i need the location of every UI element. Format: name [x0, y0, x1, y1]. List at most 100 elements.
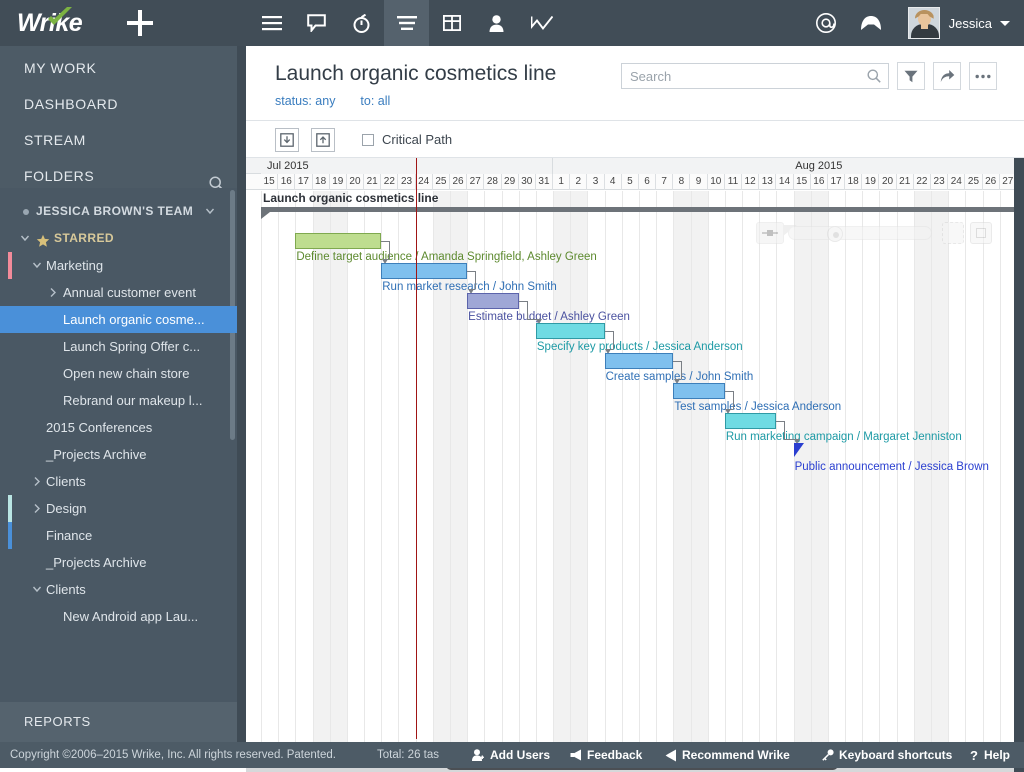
folder-item[interactable]: Open new chain store: [0, 360, 237, 387]
chevron-right-icon[interactable]: [48, 279, 58, 306]
gantt-task-bar[interactable]: [725, 413, 777, 429]
gantt-milestone-marker[interactable]: [794, 443, 804, 457]
zoom-slider-track[interactable]: [788, 226, 932, 240]
expand-all-button[interactable]: [311, 128, 335, 152]
add-user-icon: [472, 749, 485, 761]
keyboard-shortcuts-link[interactable]: Keyboard shortcuts: [822, 748, 952, 762]
critical-path-checkbox[interactable]: [362, 134, 374, 146]
folder-item[interactable]: Rebrand our makeup l...: [0, 387, 237, 414]
gantt-day-label: 19: [865, 176, 876, 187]
analytics-icon[interactable]: [519, 0, 564, 46]
gantt-day-cell: 21: [897, 174, 914, 190]
chevron-down-icon[interactable]: [20, 225, 30, 252]
gantt-day-label: 29: [504, 176, 515, 187]
gantt-canvas[interactable]: Launch organic cosmetics lineDefine targ…: [246, 191, 1024, 772]
sidebar-item-label: DASHBOARD: [24, 96, 118, 112]
gantt-task-bar[interactable]: [467, 293, 519, 309]
gantt-day-cell: 15: [794, 174, 811, 190]
folder-item-selected[interactable]: Launch organic cosme...: [0, 306, 237, 333]
gantt-gridline: [828, 191, 829, 772]
gantt-task-bar[interactable]: [381, 263, 467, 279]
chevron-right-icon[interactable]: [32, 495, 42, 522]
list-icon[interactable]: [249, 0, 294, 46]
gantt-task-bar[interactable]: [295, 233, 381, 249]
folder-item[interactable]: Clients: [0, 576, 237, 603]
gantt-dependency-link: [475, 271, 476, 289]
gantt-day-cell: 14: [776, 174, 793, 190]
chevron-down-icon[interactable]: [32, 576, 42, 603]
sidebar-item-my-work[interactable]: MY WORK: [0, 50, 246, 86]
folder-item[interactable]: JESSICA BROWN'S TEAM: [0, 198, 237, 225]
gantt-chart[interactable]: Jul 2015Aug 2015Sep 2015 151617181920212…: [246, 158, 1024, 772]
sidebar-item-stream[interactable]: STREAM: [0, 122, 246, 158]
gantt-month-label: Aug 2015: [795, 160, 842, 172]
collapse-all-button[interactable]: [275, 128, 299, 152]
filter-button[interactable]: [897, 62, 925, 90]
gantt-gridline: [776, 191, 777, 772]
inbox-icon[interactable]: [849, 0, 894, 46]
megaphone-icon: [570, 749, 582, 761]
footer-link-label: Feedback: [587, 748, 642, 762]
chevron-down-icon[interactable]: [205, 198, 215, 225]
gantt-task-bar[interactable]: [536, 323, 605, 339]
folder-item[interactable]: _Projects Archive: [0, 549, 237, 576]
chevron-down-icon[interactable]: [32, 252, 42, 279]
gantt-day-label: 28: [487, 176, 498, 187]
wrike-logo[interactable]: Wrike: [17, 8, 105, 38]
gantt-day-cell: 20: [879, 174, 896, 190]
user-menu[interactable]: Jessica: [908, 7, 1010, 39]
gantt-task-bar[interactable]: [605, 353, 674, 369]
chevron-right-icon[interactable]: [32, 468, 42, 495]
add-new-button[interactable]: [127, 10, 153, 36]
recommend-link[interactable]: Recommend Wrike: [665, 748, 790, 762]
timer-icon[interactable]: [339, 0, 384, 46]
add-users-link[interactable]: Add Users: [472, 748, 550, 762]
gantt-task-bar[interactable]: [673, 383, 725, 399]
gantt-day-cell: 26: [450, 174, 467, 190]
gantt-day-label: 7: [661, 176, 667, 187]
folder-color-bar: [8, 495, 12, 522]
sidebar-item-dashboard[interactable]: DASHBOARD: [0, 86, 246, 122]
timeline-zoom-widget[interactable]: [756, 222, 994, 244]
folder-item[interactable]: Design: [0, 495, 237, 522]
zoom-slider-handle[interactable]: [827, 226, 843, 242]
gantt-summary-bar[interactable]: [261, 207, 1024, 212]
folder-item[interactable]: Finance: [0, 522, 237, 549]
folder-item[interactable]: Annual customer event: [0, 279, 237, 306]
folder-item[interactable]: Clients: [0, 468, 237, 495]
help-link[interactable]: ? Help: [970, 748, 1010, 762]
gantt-month-label: Jul 2015: [261, 160, 309, 172]
gantt-icon[interactable]: [384, 0, 429, 46]
folder-item[interactable]: Marketing: [0, 252, 237, 279]
folder-item[interactable]: STARRED: [0, 225, 237, 252]
sidebar-item-reports[interactable]: REPORTS: [0, 702, 246, 742]
search-input[interactable]: [630, 64, 860, 88]
more-options-button[interactable]: [969, 62, 997, 90]
search-box[interactable]: [621, 63, 889, 89]
critical-path-toggle[interactable]: Critical Path: [362, 132, 452, 147]
gantt-dependency-link: [467, 271, 475, 272]
zoom-select-area-button[interactable]: [942, 222, 964, 244]
gantt-day-cell: 3: [587, 174, 604, 190]
gantt-day-cell: 7: [656, 174, 673, 190]
folder-item[interactable]: 2015 Conferences: [0, 414, 237, 441]
folder-item[interactable]: New Android app Lau...: [0, 603, 237, 630]
gantt-dependency-link: [381, 241, 389, 242]
gantt-day-cell: 5: [622, 174, 639, 190]
gantt-gridline: [519, 191, 520, 772]
folder-item[interactable]: Launch Spring Offer c...: [0, 333, 237, 360]
folder-item[interactable]: _Projects Archive: [0, 441, 237, 468]
folder-tree[interactable]: JESSICA BROWN'S TEAMSTARREDMarketingAnnu…: [0, 188, 237, 740]
at-mention-icon[interactable]: [804, 0, 849, 46]
zoom-fit-icon[interactable]: [756, 222, 784, 244]
feedback-link[interactable]: Feedback: [570, 748, 642, 762]
filter-assignee[interactable]: to: all: [360, 94, 390, 108]
person-icon[interactable]: [474, 0, 519, 46]
zoom-reset-button[interactable]: [970, 222, 992, 244]
chat-icon[interactable]: [294, 0, 339, 46]
table-icon[interactable]: [429, 0, 474, 46]
gantt-day-cell: 19: [330, 174, 347, 190]
filter-status[interactable]: status: any: [275, 94, 335, 108]
gantt-day-header: 1516171819202122232425262728293031123456…: [246, 174, 1024, 190]
share-button[interactable]: [933, 62, 961, 90]
